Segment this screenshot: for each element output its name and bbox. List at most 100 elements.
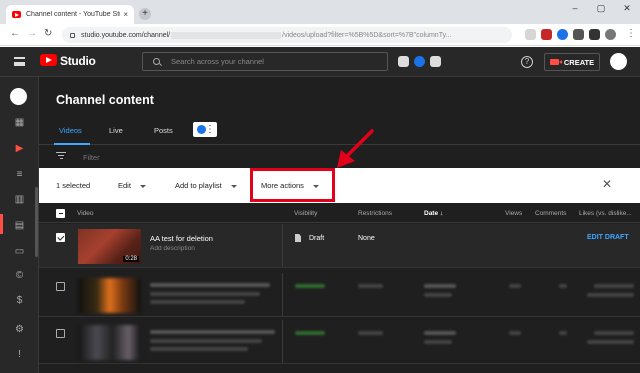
channel-avatar[interactable] [10, 88, 27, 105]
col-comments[interactable]: Comments [535, 210, 566, 217]
create-button[interactable]: CREATE [544, 53, 600, 71]
col-date[interactable]: Date ↓ [424, 210, 443, 217]
table-header: Video Visibility Restrictions Date ↓ Vie… [39, 204, 640, 223]
column-divider [282, 320, 283, 363]
tab-close-button[interactable]: × [123, 10, 128, 19]
profile-icon[interactable] [605, 29, 616, 40]
search-input[interactable]: Search across your channel [142, 52, 388, 71]
bulk-action-bar: 1 selected Edit Add to playlist More act… [39, 168, 640, 203]
content-icon[interactable]: ▶ [14, 143, 25, 154]
close-icon[interactable]: ✕ [602, 177, 612, 191]
video-title[interactable]: AA test for deletion [150, 234, 213, 243]
video-thumbnail[interactable] [78, 325, 141, 360]
settings-icon[interactable]: ⚙ [14, 324, 25, 335]
col-video: Video [77, 210, 94, 217]
browser-tab-bar: Channel content - YouTube Studio × + ‒ ▢… [0, 0, 640, 24]
active-nav-indicator [0, 214, 3, 234]
highlight-box [250, 168, 335, 202]
chevron-down-icon [139, 184, 146, 188]
blurred-date [424, 284, 456, 288]
camera-icon [549, 59, 562, 65]
address-bar: ← → ↻ studio.youtube.com/channel/ /video… [0, 24, 640, 46]
extension-icon[interactable] [557, 29, 568, 40]
filter-bar: Filter [39, 146, 640, 167]
url-prefix: studio.youtube.com/channel/ [81, 31, 171, 39]
extension-icon[interactable] [398, 56, 409, 67]
filter-input[interactable]: Filter [83, 153, 100, 162]
playlists-icon[interactable]: ≡ [14, 169, 25, 180]
earn-icon[interactable]: $ [14, 295, 25, 306]
video-thumbnail[interactable] [78, 278, 141, 313]
blurred-date [424, 340, 452, 344]
share-icon[interactable] [525, 29, 536, 40]
column-divider [282, 273, 283, 316]
extension-icon[interactable] [541, 29, 552, 40]
edit-label: Edit [118, 181, 131, 190]
youtube-logo-icon[interactable] [40, 54, 57, 66]
minimize-button[interactable]: ‒ [562, 0, 588, 20]
help-icon[interactable]: ? [521, 56, 533, 68]
blurred-description [150, 292, 260, 296]
page-title: Channel content [56, 93, 154, 107]
search-icon [153, 58, 160, 65]
tab-live[interactable]: Live [109, 126, 123, 135]
row-checkbox[interactable] [56, 282, 65, 291]
blurred-likes [587, 340, 634, 344]
reload-icon[interactable]: ↻ [44, 28, 52, 39]
tab-videos[interactable]: Videos [59, 126, 82, 135]
sidepanel-icon[interactable] [589, 29, 600, 40]
new-tab-button[interactable]: + [139, 8, 151, 20]
add-to-playlist-dropdown[interactable]: Add to playlist [175, 181, 237, 190]
row-checkbox[interactable] [56, 233, 65, 242]
video-thumbnail[interactable]: 0:28 [78, 229, 141, 264]
table-row[interactable] [39, 320, 640, 364]
visibility-value[interactable]: Draft [309, 235, 324, 242]
video-description[interactable]: Add description [150, 245, 195, 252]
browser-tab[interactable]: Channel content - YouTube Studio × [6, 5, 134, 24]
puzzle-icon[interactable] [573, 29, 584, 40]
filter-icon[interactable] [56, 152, 66, 160]
edit-draft-button[interactable]: EDIT DRAFT [587, 234, 629, 241]
blurred-comments [559, 284, 567, 288]
extension-tab-icon[interactable] [193, 122, 217, 137]
maximize-button[interactable]: ▢ [588, 0, 614, 20]
blurred-views [509, 284, 521, 288]
select-all-checkbox[interactable] [56, 209, 65, 218]
table-row[interactable]: 0:28 AA test for deletion Add descriptio… [39, 224, 640, 268]
browser-menu-icon[interactable]: ⋮ [626, 28, 636, 39]
lock-icon [70, 32, 75, 38]
extension-icon[interactable] [430, 56, 441, 67]
url-input[interactable]: studio.youtube.com/channel/ /videos/uplo… [62, 27, 512, 43]
feedback-icon[interactable]: ! [14, 349, 25, 360]
col-views[interactable]: Views [505, 210, 522, 217]
edit-dropdown[interactable]: Edit [118, 181, 146, 190]
analytics-icon[interactable]: ▥ [14, 194, 25, 205]
blurred-likes [594, 331, 634, 335]
avatar[interactable] [610, 53, 627, 70]
comments-icon[interactable]: ▤ [14, 220, 25, 231]
selected-count: 1 selected [56, 181, 91, 190]
back-icon[interactable]: ← [10, 28, 20, 39]
close-window-button[interactable]: ✕ [614, 0, 640, 20]
dashboard-icon[interactable]: ▦ [14, 117, 25, 128]
nav-scrollbar[interactable] [35, 187, 38, 257]
col-visibility[interactable]: Visibility [294, 210, 317, 217]
col-restrictions[interactable]: Restrictions [358, 210, 392, 217]
subtitles-icon[interactable]: ▭ [14, 246, 25, 257]
url-redacted [171, 31, 282, 39]
row-checkbox[interactable] [56, 329, 65, 338]
tab-posts[interactable]: Posts [154, 126, 173, 135]
extension-icon[interactable] [414, 56, 425, 67]
table-row[interactable] [39, 273, 640, 317]
url-suffix: /videos/upload?filter=%5B%5D&sort=%7B"co… [282, 31, 452, 39]
blurred-visibility [295, 331, 325, 335]
col-likes[interactable]: Likes (vs. dislike... [579, 210, 632, 217]
studio-logo-text[interactable]: Studio [60, 54, 96, 68]
draft-icon [295, 234, 301, 242]
forward-icon[interactable]: → [27, 28, 37, 39]
menu-icon[interactable] [14, 57, 25, 66]
studio-header: Studio Search across your channel ? CREA… [0, 47, 640, 77]
search-placeholder: Search across your channel [171, 57, 264, 66]
copyright-icon[interactable]: © [14, 270, 25, 281]
window-controls: ‒ ▢ ✕ [562, 0, 640, 20]
